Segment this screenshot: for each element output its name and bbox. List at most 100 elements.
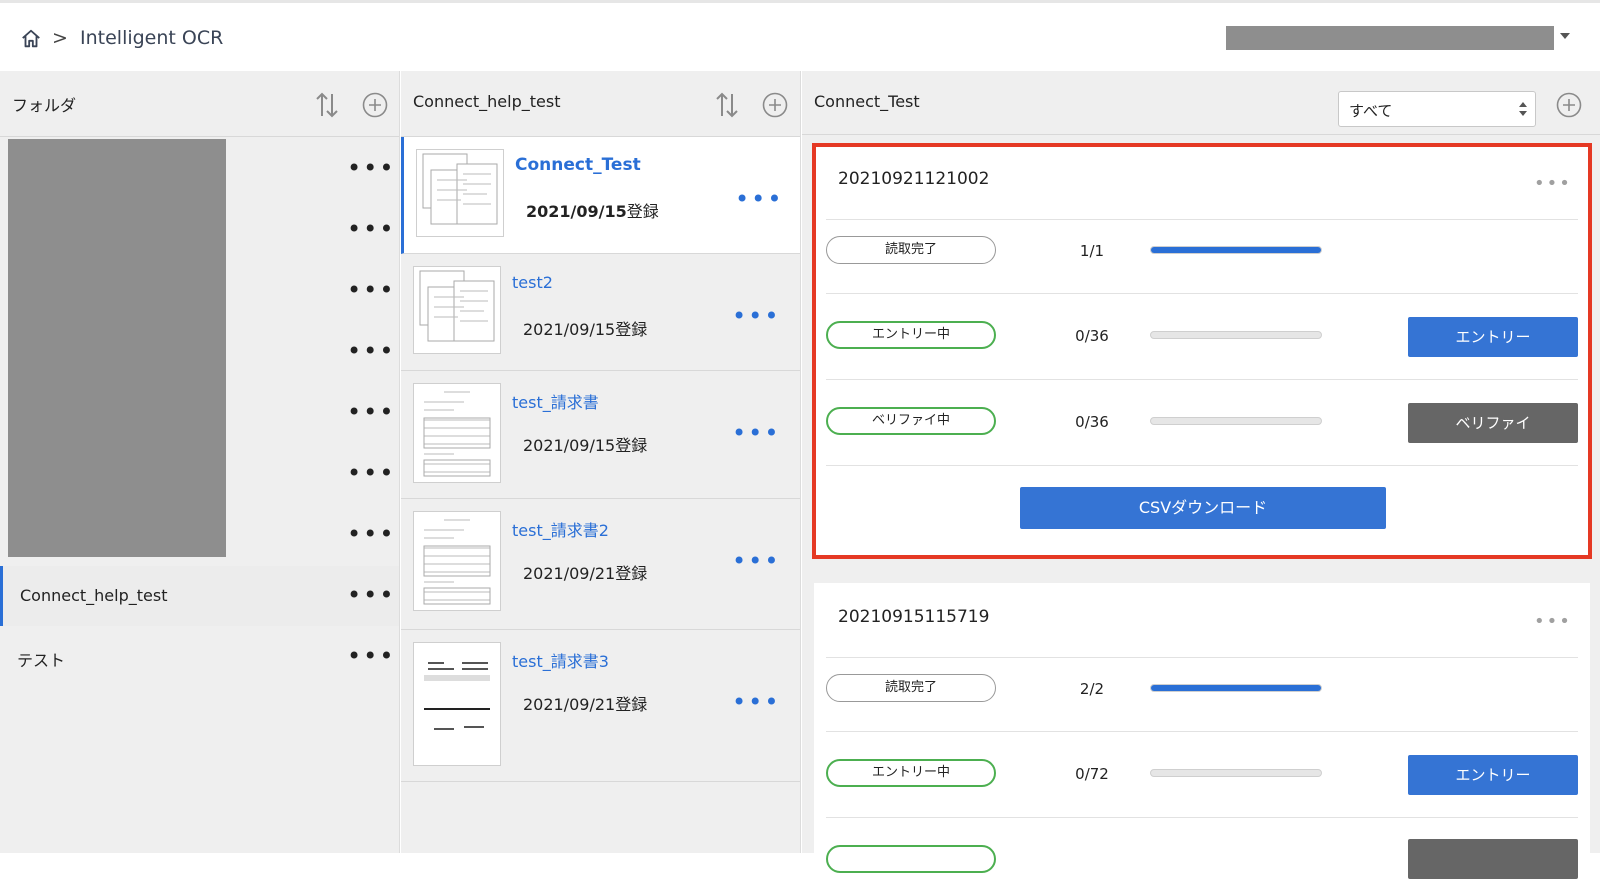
verify-button[interactable]: ベリファイ bbox=[1408, 403, 1578, 443]
document-date: 2021/09/21登録 bbox=[523, 564, 648, 583]
sort-icon[interactable] bbox=[715, 91, 739, 119]
verify-button-partial[interactable] bbox=[1408, 839, 1578, 879]
folder-more-button[interactable]: ••• bbox=[347, 400, 395, 424]
folder-item[interactable]: ••• bbox=[0, 322, 399, 382]
divider bbox=[826, 465, 1578, 466]
folder-more-button[interactable]: ••• bbox=[347, 339, 395, 363]
document-date: 2021/09/15登録 bbox=[523, 320, 648, 339]
document-date: 2021/09/15登録 bbox=[526, 202, 659, 221]
document-name[interactable]: test_請求書 bbox=[512, 389, 599, 413]
entry-button[interactable]: エントリー bbox=[1408, 755, 1578, 795]
progress-bar bbox=[1150, 246, 1322, 254]
status-badge: エントリー中 bbox=[826, 321, 996, 349]
folder-panel-header: フォルダ bbox=[0, 71, 399, 137]
document-more-button[interactable]: ••• bbox=[732, 304, 780, 328]
document-panel-title: Connect_help_test bbox=[413, 92, 561, 111]
document-more-button[interactable]: ••• bbox=[732, 549, 780, 573]
status-badge: ベリファイ中 bbox=[826, 407, 996, 435]
progress-bar bbox=[1150, 331, 1322, 339]
page-count: 1/1 bbox=[1079, 242, 1105, 260]
progress-bar-fill bbox=[1151, 247, 1321, 253]
document-more-button[interactable]: ••• bbox=[732, 690, 780, 714]
document-thumbnail bbox=[413, 642, 501, 766]
folder-item[interactable]: ••• bbox=[0, 383, 399, 443]
document-more-button[interactable]: ••• bbox=[735, 187, 783, 211]
batch-panel: Connect_Test すべて 20210921121002 ••• 読取完了… bbox=[802, 71, 1600, 879]
folder-more-button[interactable]: ••• bbox=[347, 278, 395, 302]
folder-item[interactable]: ••• bbox=[0, 261, 399, 321]
document-thumbnail bbox=[413, 266, 501, 354]
document-thumbnail bbox=[413, 511, 501, 611]
folder-more-button[interactable]: ••• bbox=[347, 156, 395, 180]
folder-more-button[interactable]: ••• bbox=[347, 461, 395, 485]
page-count: 0/36 bbox=[1075, 327, 1109, 345]
page-count: 0/72 bbox=[1075, 765, 1109, 783]
document-date: 2021/09/15登録 bbox=[523, 436, 648, 455]
sort-icon[interactable] bbox=[315, 91, 339, 119]
folder-item-connect-help-test[interactable]: Connect_help_test ••• bbox=[0, 566, 399, 626]
folder-item[interactable]: ••• bbox=[0, 139, 399, 199]
document-card[interactable]: Connect_Test 2021/09/15登録 ••• bbox=[401, 137, 800, 254]
chevron-down-icon[interactable] bbox=[1560, 33, 1570, 39]
divider bbox=[826, 817, 1578, 818]
folder-more-button[interactable]: ••• bbox=[347, 644, 395, 668]
csv-download-button[interactable]: CSVダウンロード bbox=[1020, 487, 1386, 529]
folder-more-button[interactable]: ••• bbox=[347, 217, 395, 241]
add-folder-icon[interactable] bbox=[362, 92, 388, 118]
page-title: Intelligent OCR bbox=[80, 27, 224, 49]
folder-more-button[interactable]: ••• bbox=[347, 522, 395, 546]
progress-bar bbox=[1150, 417, 1322, 425]
status-badge-partial bbox=[826, 845, 996, 873]
document-name[interactable]: test_請求書2 bbox=[512, 517, 609, 541]
status-filter-select[interactable]: すべて bbox=[1338, 91, 1536, 127]
folder-label: Connect_help_test bbox=[20, 586, 168, 605]
account-selector[interactable] bbox=[1226, 26, 1554, 50]
batch-panel-title: Connect_Test bbox=[814, 92, 920, 111]
add-document-icon[interactable] bbox=[762, 92, 788, 118]
home-icon[interactable] bbox=[20, 28, 42, 50]
document-date: 2021/09/21登録 bbox=[523, 695, 648, 714]
batch-card: 20210915115719 ••• 読取完了 2/2 エントリー中 0/72 … bbox=[814, 583, 1590, 879]
folder-item[interactable]: ••• bbox=[0, 505, 399, 565]
document-card[interactable]: test_請求書3 2021/09/21登録 ••• bbox=[401, 630, 800, 782]
folder-item[interactable]: ••• bbox=[0, 444, 399, 504]
add-batch-icon[interactable] bbox=[1556, 92, 1582, 118]
document-panel: Connect_help_test Connect_Test 2021/09/1… bbox=[401, 71, 801, 853]
document-name[interactable]: test2 bbox=[512, 273, 553, 292]
batch-id: 20210921121002 bbox=[838, 169, 990, 189]
page-count: 2/2 bbox=[1079, 680, 1105, 698]
page-count: 0/36 bbox=[1075, 413, 1109, 431]
document-thumbnail bbox=[416, 149, 504, 237]
document-thumbnail bbox=[413, 383, 501, 483]
status-badge: 読取完了 bbox=[826, 236, 996, 264]
batch-more-button[interactable]: ••• bbox=[1534, 175, 1572, 193]
document-more-button[interactable]: ••• bbox=[732, 421, 780, 445]
document-card[interactable]: test_請求書2 2021/09/21登録 ••• bbox=[401, 499, 800, 630]
divider bbox=[826, 731, 1578, 732]
folder-item[interactable]: ••• bbox=[0, 200, 399, 260]
batch-card: 20210921121002 ••• 読取完了 1/1 エントリー中 0/36 … bbox=[812, 143, 1592, 559]
folder-more-button[interactable]: ••• bbox=[347, 583, 395, 607]
document-panel-header: Connect_help_test bbox=[401, 71, 800, 137]
batch-id: 20210915115719 bbox=[838, 607, 990, 627]
batch-panel-header: Connect_Test すべて bbox=[802, 71, 1600, 135]
folder-item-test[interactable]: テスト ••• bbox=[0, 627, 399, 687]
progress-bar bbox=[1150, 769, 1322, 777]
select-arrows-icon bbox=[1519, 102, 1527, 116]
divider bbox=[826, 379, 1578, 380]
status-filter-value: すべて bbox=[1349, 102, 1393, 120]
status-badge: エントリー中 bbox=[826, 759, 996, 787]
document-card[interactable]: test_請求書 2021/09/15登録 ••• bbox=[401, 371, 800, 499]
top-bar: > Intelligent OCR bbox=[0, 0, 1600, 71]
divider bbox=[826, 657, 1578, 658]
document-name[interactable]: Connect_Test bbox=[515, 155, 641, 175]
batch-more-button[interactable]: ••• bbox=[1534, 613, 1572, 631]
folder-panel: フォルダ ••• ••• ••• ••• ••• ••• ••• Connect… bbox=[0, 71, 400, 853]
entry-button[interactable]: エントリー bbox=[1408, 317, 1578, 357]
folder-panel-title: フォルダ bbox=[12, 96, 77, 115]
folder-label: テスト bbox=[17, 651, 66, 670]
document-name[interactable]: test_請求書3 bbox=[512, 648, 609, 672]
document-card[interactable]: test2 2021/09/15登録 ••• bbox=[401, 254, 800, 371]
status-badge: 読取完了 bbox=[826, 674, 996, 702]
progress-bar-fill bbox=[1151, 685, 1321, 691]
